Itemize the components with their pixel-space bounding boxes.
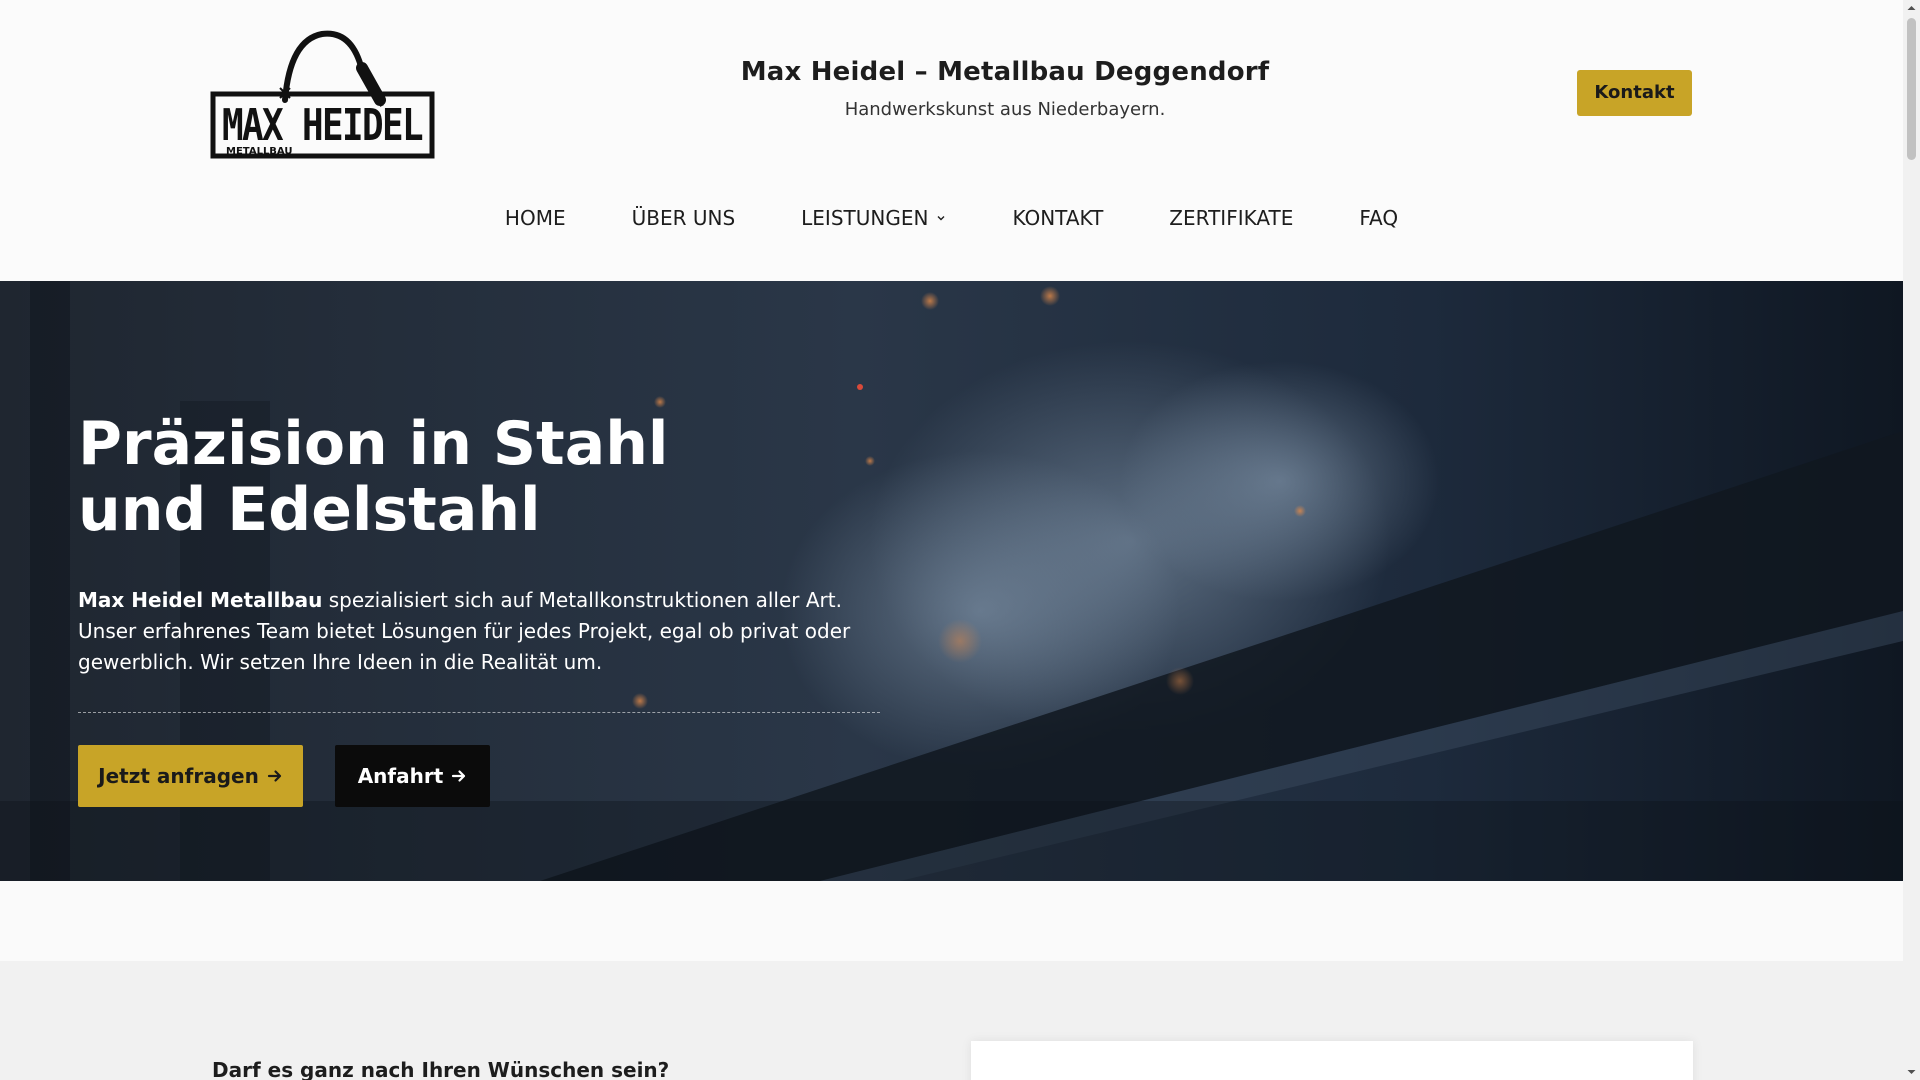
chevron-down-icon[interactable] xyxy=(936,213,946,223)
main-navigation: HOME ÜBER UNS LEISTUNGEN KONTAKT ZERTIFI… xyxy=(0,195,1903,241)
welding-torch-icon: MAX HEIDEL METALLBAU xyxy=(210,30,435,159)
logo-wordmark: MAX HEIDEL xyxy=(222,100,422,151)
scroll-up-icon[interactable] xyxy=(1906,3,1917,13)
logo-subline: METALLBAU xyxy=(226,146,292,157)
nav-item-label: ZERTIFIKATE xyxy=(1169,206,1294,230)
section-spacer xyxy=(0,881,1903,961)
nav-item-faq[interactable]: FAQ xyxy=(1326,195,1431,241)
hero-divider xyxy=(78,712,880,713)
scroll-down-icon[interactable] xyxy=(1906,1067,1917,1077)
custom-request-section: Darf es ganz nach Ihren Wünschen sein? xyxy=(0,961,1903,1080)
hero-content: Präzision in Stahl und Edelstahl Max Hei… xyxy=(78,411,898,807)
section-question-heading: Darf es ganz nach Ihren Wünschen sein? xyxy=(212,1058,670,1080)
arrow-right-icon xyxy=(267,770,281,782)
nav-item-leistungen[interactable]: LEISTUNGEN xyxy=(768,195,979,241)
hero-intro-company: Max Heidel Metallbau xyxy=(78,588,323,612)
header-contact-button[interactable]: Kontakt xyxy=(1577,70,1692,116)
scroll-thumb[interactable] xyxy=(1907,18,1916,160)
nav-item-label: FAQ xyxy=(1359,206,1399,230)
nav-item-kontakt[interactable]: KONTAKT xyxy=(979,195,1136,241)
request-quote-button[interactable]: Jetzt anfragen xyxy=(78,745,303,807)
directions-label: Anfahrt xyxy=(357,764,444,788)
site-identity: Max Heidel – Metallbau Deggendorf Handwe… xyxy=(640,52,1370,122)
hero-section: Präzision in Stahl und Edelstahl Max Hei… xyxy=(0,281,1903,881)
site-logo[interactable]: MAX HEIDEL METALLBAU xyxy=(210,30,435,160)
nav-item-label: HOME xyxy=(504,206,566,230)
request-quote-label: Jetzt anfragen xyxy=(98,764,259,788)
page-scrollbar[interactable] xyxy=(1903,0,1920,1080)
hero-title: Präzision in Stahl und Edelstahl xyxy=(78,409,669,545)
directions-button[interactable]: Anfahrt xyxy=(335,745,490,807)
nav-item-label: KONTAKT xyxy=(1012,206,1104,230)
site-title: Max Heidel – Metallbau Deggendorf xyxy=(740,57,1270,87)
site-tagline: Handwerkskunst aus Niederbayern. xyxy=(844,99,1166,120)
hero-intro: Max Heidel Metallbau spezialisiert sich … xyxy=(78,585,888,678)
arrow-right-icon xyxy=(452,770,466,782)
nav-item-ueber-uns[interactable]: ÜBER UNS xyxy=(599,195,769,241)
nav-item-zertifikate[interactable]: ZERTIFIKATE xyxy=(1136,195,1326,241)
nav-item-label: LEISTUNGEN xyxy=(801,206,929,230)
info-card xyxy=(971,1041,1693,1080)
nav-item-label: ÜBER UNS xyxy=(631,206,736,230)
page: MAX HEIDEL METALLBAU Max Heidel – Metall… xyxy=(0,0,1903,1080)
site-header: MAX HEIDEL METALLBAU Max Heidel – Metall… xyxy=(0,0,1903,281)
hero-buttons: Jetzt anfragen Anfahrt xyxy=(78,745,898,807)
nav-item-home[interactable]: HOME xyxy=(472,195,599,241)
